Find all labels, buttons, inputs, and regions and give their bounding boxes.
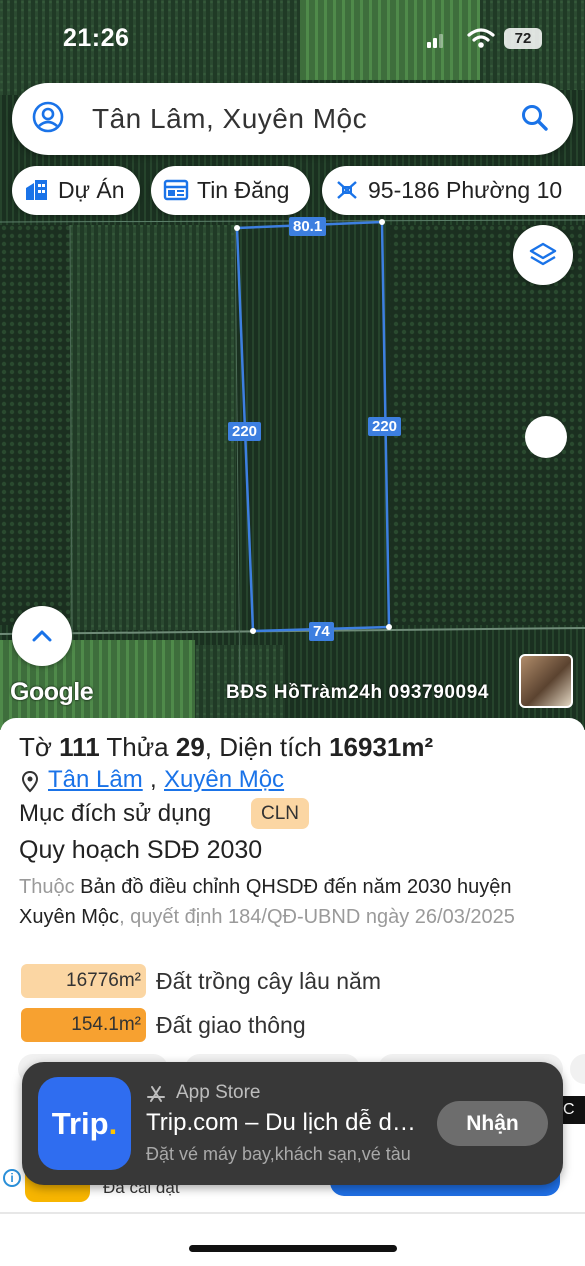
sheet-number: 111 bbox=[59, 732, 100, 762]
listing-icon bbox=[163, 179, 189, 201]
purpose-code-badge: CLN bbox=[251, 798, 309, 829]
ad-app-title: Trip.com – Du lịch dễ dàng bbox=[146, 1109, 416, 1136]
location-ward-link[interactable]: Tân Lâm bbox=[48, 766, 143, 794]
parcel-prefix: Tờ bbox=[19, 732, 60, 762]
store-name: App Store bbox=[176, 1082, 261, 1103]
land-use-label: Đất giao thông bbox=[156, 1012, 306, 1038]
account-icon[interactable] bbox=[32, 101, 64, 133]
plan-prefix: Thuộc bbox=[19, 876, 81, 898]
map-watermark: BĐS HồTràm24h 093790094 bbox=[226, 682, 490, 703]
chip-parcel[interactable]: 95-186 Phường 10 bbox=[322, 166, 585, 215]
status-time: 21:26 bbox=[63, 24, 130, 52]
layers-icon bbox=[529, 242, 557, 266]
area-value: 16931m² bbox=[329, 732, 434, 762]
cellular-signal-icon bbox=[427, 34, 443, 48]
search-query[interactable]: Tân Lâm, Xuyên Mộc bbox=[92, 103, 367, 135]
get-app-button[interactable]: Nhận bbox=[437, 1101, 548, 1146]
chip-label: Tin Đăng bbox=[197, 177, 290, 203]
chevron-up-icon bbox=[32, 630, 52, 642]
plan-decision: , quyết định 184/QĐ-UBND ngày 26/03/2025 bbox=[119, 906, 515, 928]
app-store-icon bbox=[147, 1086, 165, 1102]
wifi-icon bbox=[467, 28, 495, 48]
land-use-area-badge: 154.1m² bbox=[21, 1008, 146, 1042]
bottom-area bbox=[0, 1214, 585, 1266]
plan-description: Thuộc Bản đồ điều chỉnh QHSDĐ đến năm 20… bbox=[19, 872, 549, 932]
area-label: , Diện tích bbox=[204, 732, 330, 762]
app-icon-dot: . bbox=[108, 1106, 118, 1141]
google-logo: Google bbox=[10, 678, 94, 706]
trip-app-icon: Trip. bbox=[38, 1077, 131, 1170]
segment-label-top: 80.1 bbox=[289, 217, 327, 236]
land-use-area-badge: 16776m² bbox=[21, 964, 146, 998]
plot-number: 29 bbox=[175, 732, 205, 762]
purpose-label: Mục đích sử dụng bbox=[19, 800, 212, 827]
peek-c-label: C bbox=[561, 1096, 585, 1124]
segment-label-right: 220 bbox=[368, 417, 402, 436]
floating-dot-button[interactable] bbox=[525, 416, 567, 458]
ad-app-subtitle: Đặt vé máy bay,khách sạn,vé tàu bbox=[146, 1144, 411, 1164]
chip-tin-dang[interactable]: Tin Đăng bbox=[151, 166, 310, 215]
street-photo-thumbnail[interactable] bbox=[519, 654, 573, 708]
parcel-title: Tờ 111 Thửa 29, Diện tích 16931m² bbox=[19, 732, 433, 763]
chip-label: 95-186 Phường 10 bbox=[368, 177, 563, 203]
search-bar[interactable]: Tân Lâm, Xuyên Mộc bbox=[12, 83, 573, 155]
chip-du-an[interactable]: Dự Án bbox=[12, 166, 140, 215]
chip-label: Dự Án bbox=[58, 177, 125, 203]
land-use-label: Đất trồng cây lâu năm bbox=[156, 968, 382, 994]
segment-label-bottom: 74 bbox=[309, 622, 334, 641]
location-separator: , bbox=[150, 766, 157, 793]
location-district-link[interactable]: Xuyên Mộc bbox=[164, 766, 284, 794]
status-bar: 21:26 72 bbox=[0, 0, 585, 70]
plan-title: Quy hoạch SDĐ 2030 bbox=[19, 836, 263, 864]
app-icon-text: Trip bbox=[51, 1106, 109, 1141]
battery-indicator: 72 bbox=[504, 28, 542, 49]
ad-info-icon[interactable]: i bbox=[3, 1169, 21, 1187]
location-pin-icon bbox=[21, 771, 39, 793]
segment-label-left: 220 bbox=[228, 422, 262, 441]
parcel-icon bbox=[337, 181, 357, 199]
app-store-ad-banner[interactable]: Trip. App Store Trip.com – Du lịch dễ dà… bbox=[22, 1062, 563, 1185]
expand-sheet-button[interactable] bbox=[12, 606, 72, 666]
layers-button[interactable] bbox=[513, 225, 573, 285]
plot-label: Thửa bbox=[99, 732, 176, 762]
search-icon[interactable] bbox=[520, 103, 550, 133]
building-icon bbox=[26, 180, 47, 200]
home-indicator[interactable] bbox=[189, 1245, 397, 1252]
